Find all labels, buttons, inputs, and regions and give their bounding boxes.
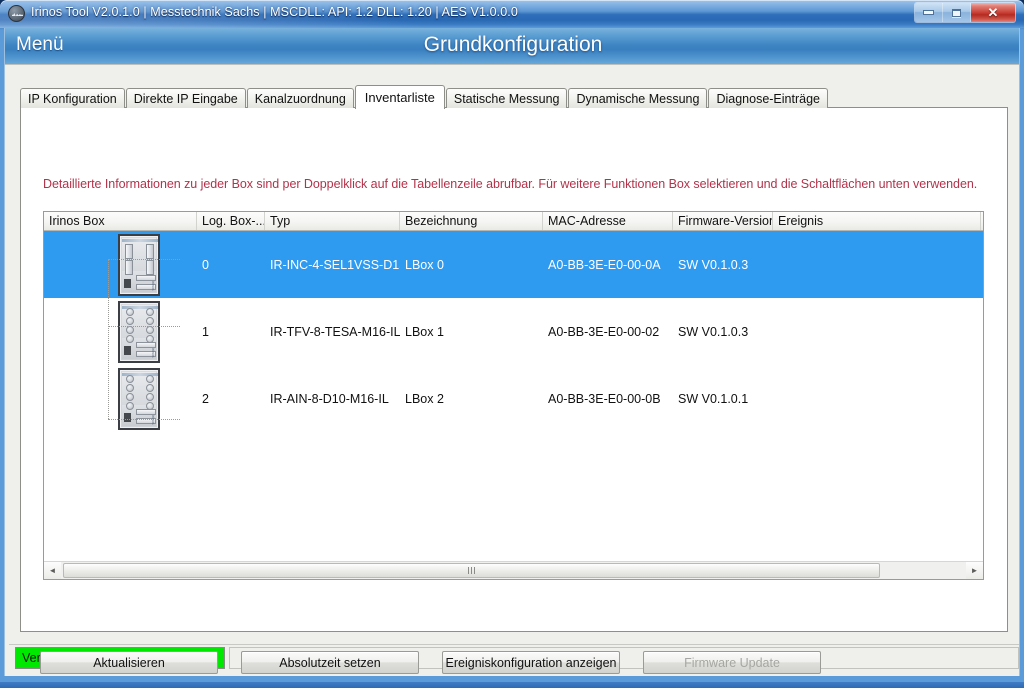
cell-typ: IR-TFV-8-TESA-M16-IL — [270, 324, 400, 339]
round-socket-icon — [146, 392, 154, 401]
client-area: Menü Grundkonfiguration IP Konfiguration… — [4, 28, 1020, 676]
cell-log-box: 2 — [202, 391, 209, 406]
title-bar[interactable]: Irinos Tool V2.0.1.0 | Messtechnik Sachs… — [0, 0, 1024, 28]
app-logo-icon — [8, 5, 25, 22]
round-socket-icon — [126, 307, 134, 316]
minimize-icon — [924, 11, 933, 14]
table-row[interactable]: irinos 2 IR-AIN-8-D10-M16-IL LBox 2 A0-BB-3E… — [44, 365, 983, 432]
column-header-log-box[interactable]: Log. Box-... — [197, 212, 265, 230]
tab-ip-konfiguration[interactable]: IP Konfiguration — [20, 88, 125, 108]
cell-mac-adresse: A0-BB-3E-E0-00-0B — [548, 391, 661, 406]
hint-text: Detaillierte Informationen zu jeder Box … — [43, 177, 978, 191]
scroll-left-arrow-icon[interactable]: ◄ — [44, 562, 61, 579]
set-absolute-time-button[interactable]: Absolutzeit setzen — [241, 651, 419, 674]
maximize-icon — [952, 8, 961, 17]
refresh-button[interactable]: Aktualisieren — [40, 651, 218, 674]
scroll-right-arrow-icon[interactable]: ► — [966, 562, 983, 579]
round-socket-icon — [126, 325, 134, 334]
column-header-ereignis[interactable]: Ereignis — [773, 212, 981, 230]
tab-page-inventarliste: Detaillierte Informationen zu jeder Box … — [20, 107, 1008, 674]
round-socket-icon — [126, 374, 134, 383]
cell-firmware-version: SW V0.1.0.3 — [678, 257, 749, 272]
round-socket-icon — [146, 325, 154, 334]
column-header-bezeichnung[interactable]: Bezeichnung — [400, 212, 543, 230]
column-header-firmware-version[interactable]: Firmware-Version — [673, 212, 773, 230]
firmware-update-button: Firmware Update — [643, 651, 821, 674]
column-header-irinos-box[interactable]: Irinos Box — [44, 212, 197, 230]
round-socket-icon — [146, 316, 154, 325]
cell-typ: IR-AIN-8-D10-M16-IL — [270, 391, 389, 406]
tab-dynamische-messung[interactable]: Dynamische Messung — [568, 88, 708, 108]
irinos-box-socket-icon: irinos — [118, 300, 160, 363]
round-socket-icon — [146, 383, 154, 392]
round-socket-icon — [146, 374, 154, 383]
irinos-box-dsub-icon: irinos — [118, 233, 160, 296]
close-button[interactable]: ✕ — [971, 3, 1015, 22]
cell-irinos-box: irinos — [44, 367, 197, 430]
round-socket-icon — [126, 401, 134, 410]
maximize-button[interactable] — [943, 3, 971, 22]
round-socket-icon — [126, 316, 134, 325]
column-header-typ[interactable]: Typ — [265, 212, 400, 230]
inventory-table[interactable]: Irinos Box Log. Box-... Typ Bezeichnung MAC-… — [43, 211, 984, 580]
dsub-connector-icon — [125, 243, 133, 259]
irinos-box-socket-icon: irinos — [118, 367, 160, 430]
round-socket-icon — [126, 392, 134, 401]
table-row[interactable]: irinos 1 IR-TFV-8-TESA-M16-IL LBox 1 A0-BB-3… — [44, 298, 983, 365]
cell-bezeichnung: LBox 1 — [405, 324, 444, 339]
tab-statische-messung[interactable]: Statische Messung — [445, 88, 568, 108]
cell-typ: IR-INC-4-SEL1VSS-D15F- — [270, 257, 400, 272]
close-icon: ✕ — [987, 5, 999, 20]
table-body: irinos 0 IR-INC-4-SEL1VSS-D15F- LBox 0 A0-BB… — [44, 231, 983, 560]
round-socket-icon — [146, 334, 154, 343]
cell-mac-adresse: A0-BB-3E-E0-00-02 — [548, 324, 660, 339]
action-button-bar: Aktualisieren Absolutzeit setzen Ereigni… — [40, 651, 821, 674]
cell-bezeichnung: LBox 2 — [405, 391, 444, 406]
dsub-connector-icon — [146, 259, 154, 275]
scrollbar-track[interactable] — [880, 563, 966, 578]
table-header-row: Irinos Box Log. Box-... Typ Bezeichnung MAC-… — [44, 212, 983, 231]
table-row[interactable]: irinos 0 IR-INC-4-SEL1VSS-D15F- LBox 0 A0-BB… — [44, 231, 983, 298]
tab-kanalzuordnung[interactable]: Kanalzuordnung — [246, 88, 354, 108]
cell-log-box: 0 — [202, 257, 209, 272]
round-socket-icon — [146, 401, 154, 410]
tab-direkte-ip-eingabe[interactable]: Direkte IP Eingabe — [125, 88, 246, 108]
application-window: Irinos Tool V2.0.1.0 | Messtechnik Sachs… — [0, 0, 1024, 688]
round-socket-icon — [126, 334, 134, 343]
cell-bezeichnung: LBox 0 — [405, 257, 444, 272]
cell-firmware-version: SW V0.1.0.3 — [678, 324, 749, 339]
cell-mac-adresse: A0-BB-3E-E0-00-0A — [548, 257, 661, 272]
grip-icon — [468, 567, 475, 574]
scrollbar-thumb[interactable] — [63, 563, 880, 578]
show-event-config-button[interactable]: Ereigniskonfiguration anzeigen — [442, 651, 620, 674]
dsub-connector-icon — [125, 259, 133, 275]
column-header-mac-adresse[interactable]: MAC-Adresse — [543, 212, 673, 230]
round-socket-icon — [146, 307, 154, 316]
tab-diagnose-eintr-ge[interactable]: Diagnose-Einträge — [708, 88, 828, 108]
window-title: Irinos Tool V2.0.1.0 | Messtechnik Sachs… — [31, 5, 518, 19]
page-header-band: Menü Grundkonfiguration — [5, 28, 1019, 65]
window-controls: ✕ — [914, 2, 1016, 23]
window-bottom-frame — [0, 682, 1024, 688]
round-socket-icon — [126, 383, 134, 392]
minimize-button[interactable] — [915, 3, 943, 22]
tab-inventarliste[interactable]: Inventarliste — [354, 85, 445, 109]
dsub-connector-icon — [146, 243, 154, 259]
page-title: Grundkonfiguration — [423, 33, 603, 56]
horizontal-scrollbar[interactable]: ◄ ► — [44, 561, 983, 579]
cell-log-box: 1 — [202, 324, 209, 339]
cell-firmware-version: SW V0.1.0.1 — [678, 391, 749, 406]
tab-bar: IP Konfiguration Direkte IP Eingabe Kanalz… — [20, 85, 829, 109]
cell-irinos-box: irinos — [44, 233, 197, 296]
cell-irinos-box: irinos — [44, 300, 197, 363]
